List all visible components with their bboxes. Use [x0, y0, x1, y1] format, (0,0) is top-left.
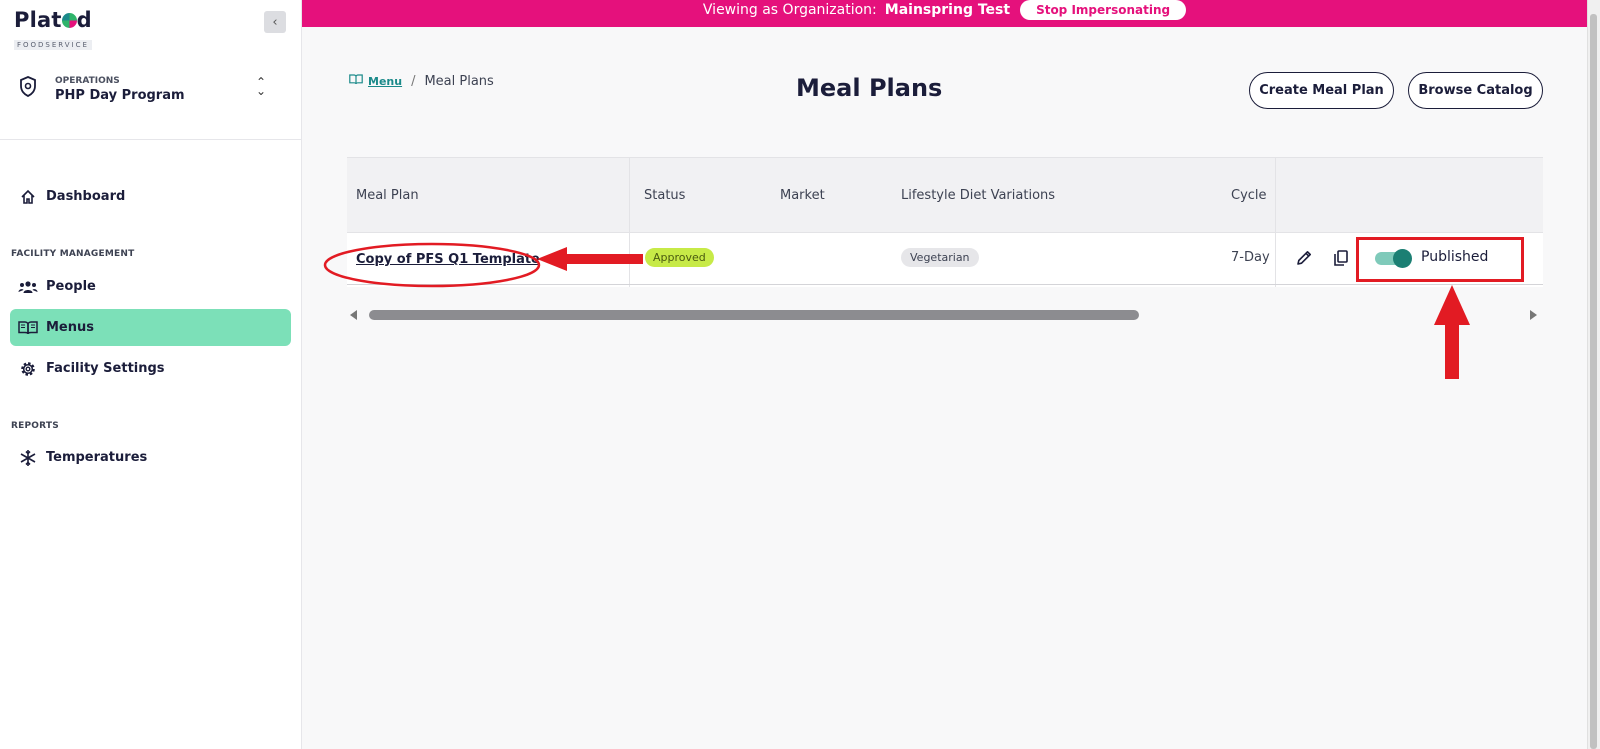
book-icon [349, 74, 363, 89]
status-badge: Approved [645, 248, 714, 267]
section-facility-management: FACILITY MANAGEMENT [11, 249, 135, 259]
impersonation-banner: Viewing as Organization: Mainspring Test… [302, 0, 1587, 27]
sidebar-item-label: Facility Settings [46, 361, 165, 376]
logo-subtitle: FOODSERVICE [14, 40, 92, 50]
column-header-meal-plan[interactable]: Meal Plan [356, 188, 419, 203]
org-label: OPERATIONS [55, 76, 120, 86]
sidebar-item-label: Menus [46, 320, 95, 335]
breadcrumb-separator: / [411, 74, 416, 89]
vertical-scrollbar-thumb[interactable] [1590, 14, 1597, 749]
toggle-knob [1393, 249, 1412, 268]
sidebar-item-label: Dashboard [46, 189, 126, 204]
cycle-value: 7-Day [1231, 250, 1270, 265]
breadcrumb: Menu / Meal Plans [349, 74, 494, 89]
sidebar-item-temperatures[interactable]: Temperatures [10, 439, 291, 476]
chevron-up-down-icon[interactable]: ⌃ ⌄ [256, 76, 266, 97]
published-label: Published [1421, 249, 1489, 265]
collapse-sidebar-button[interactable]: ‹ [264, 11, 286, 33]
copy-icon[interactable] [1330, 247, 1352, 269]
breadcrumb-menu-link[interactable]: Menu [368, 75, 402, 88]
published-toggle[interactable] [1375, 249, 1412, 268]
shield-icon [19, 76, 37, 102]
stop-impersonating-button[interactable]: Stop Impersonating [1020, 0, 1187, 20]
chevron-left-icon: ‹ [272, 14, 278, 30]
sidebar-item-label: Temperatures [46, 450, 148, 465]
breadcrumb-current: Meal Plans [424, 74, 494, 89]
people-icon [18, 277, 38, 297]
column-header-market[interactable]: Market [780, 188, 825, 203]
browse-catalog-button[interactable]: Browse Catalog [1408, 72, 1543, 109]
home-icon [18, 187, 38, 207]
plated-logo[interactable]: Plat d FOODSERVICE [14, 8, 92, 51]
logo-dot-icon [61, 13, 77, 28]
sidebar-item-menus[interactable]: Menus [10, 309, 291, 346]
snowflake-icon [18, 448, 38, 468]
section-reports: REPORTS [11, 421, 59, 431]
sidebar-item-people[interactable]: People [10, 268, 291, 305]
logo-word-end: d [76, 8, 92, 32]
table-header: Meal Plan Status Market Lifestyle Diet V… [347, 157, 1543, 233]
page-title: Meal Plans [796, 74, 943, 102]
lifestyle-diet-badge: Vegetarian [901, 248, 979, 267]
create-meal-plan-button[interactable]: Create Meal Plan [1249, 72, 1394, 109]
edit-pencil-icon[interactable] [1293, 247, 1315, 269]
horizontal-scrollbar-thumb[interactable] [369, 310, 1139, 320]
column-header-lifestyle[interactable]: Lifestyle Diet Variations [901, 188, 1055, 203]
sidebar-item-facility-settings[interactable]: Facility Settings [10, 350, 291, 387]
table-row: Copy of PFS Q1 Template Approved Vegetar… [347, 233, 1543, 285]
main-content [302, 0, 1587, 749]
logo-word-start: Plat [14, 8, 62, 32]
sidebar-item-dashboard[interactable]: Dashboard [10, 178, 291, 215]
banner-org-name: Mainspring Test [884, 2, 1011, 18]
org-name: PHP Day Program [55, 88, 185, 103]
open-book-icon [18, 318, 38, 338]
scroll-left-arrow-icon[interactable] [350, 310, 357, 320]
scroll-right-arrow-icon[interactable] [1530, 310, 1537, 320]
org-switcher[interactable]: OPERATIONS PHP Day Program ⌃ ⌄ [0, 64, 302, 140]
sidebar-item-label: People [46, 279, 96, 294]
column-header-status[interactable]: Status [644, 188, 685, 203]
meal-plans-table: Meal Plan Status Market Lifestyle Diet V… [347, 157, 1543, 287]
gear-icon [18, 359, 38, 379]
column-header-cycle[interactable]: Cycle [1231, 188, 1267, 203]
banner-viewing-text: Viewing as Organization: [702, 2, 877, 18]
meal-plan-link[interactable]: Copy of PFS Q1 Template [356, 252, 540, 267]
sidebar: Plat d FOODSERVICE ‹ OPERATIONS PHP Day P… [0, 0, 302, 749]
